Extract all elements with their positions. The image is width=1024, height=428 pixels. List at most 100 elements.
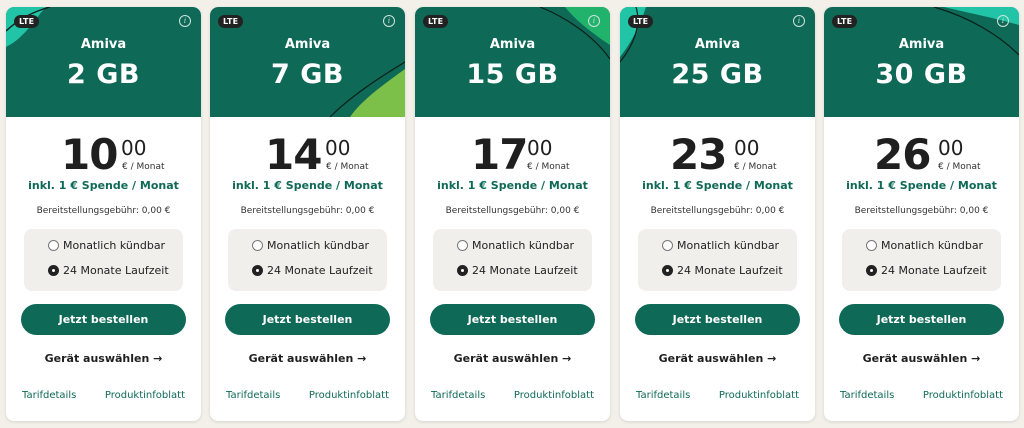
option-monthly[interactable]: Monatlich kündbar [457,239,574,252]
option-label: 24 Monate Laufzeit [472,264,578,277]
tariff-details-link[interactable]: Tarifdetails [22,390,76,401]
donation-note: inkl. 1 € Spende / Monat [28,179,179,192]
price-cents: 00 [938,136,964,160]
tariff-details-link[interactable]: Tarifdetails [840,390,894,401]
contract-options: Monatlich kündbar 24 Monate Laufzeit [24,229,183,291]
option-24-months[interactable]: 24 Monate Laufzeit [252,264,373,277]
tariff-cards-row: LTE i Amiva 2 GB 10 00 € / Monat inkl. 1… [0,0,1024,428]
order-button[interactable]: Jetzt bestellen [839,304,1004,335]
setup-fee: Bereitstellungsgebühr: 0,00 € [445,206,580,216]
price-unit: € / Monat [122,162,165,172]
option-label: Monatlich kündbar [677,239,780,252]
radio-checked-icon[interactable] [866,265,877,276]
lte-badge: LTE [832,15,858,28]
product-info-link[interactable]: Produktinfoblatt [514,390,594,401]
setup-fee: Bereitstellungsgebühr: 0,00 € [854,206,989,216]
radio-checked-icon[interactable] [252,265,263,276]
donation-note: inkl. 1 € Spende / Monat [232,179,383,192]
option-monthly[interactable]: Monatlich kündbar [662,239,779,252]
select-device-link[interactable]: Gerät auswählen → [620,352,815,365]
radio-unchecked-icon[interactable] [662,240,673,251]
price-unit: € / Monat [326,162,369,172]
product-info-link[interactable]: Produktinfoblatt [719,390,799,401]
radio-checked-icon[interactable] [48,265,59,276]
option-monthly[interactable]: Monatlich kündbar [866,239,983,252]
product-info-link[interactable]: Produktinfoblatt [923,390,1003,401]
contract-options: Monatlich kündbar 24 Monate Laufzeit [433,229,592,291]
tariff-details-link[interactable]: Tarifdetails [431,390,485,401]
info-icon[interactable]: i [793,15,805,27]
brand-name: Amiva [694,37,741,52]
price-unit: € / Monat [527,162,570,172]
lte-badge: LTE [218,15,244,28]
order-button[interactable]: Jetzt bestellen [635,304,800,335]
select-device-link[interactable]: Gerät auswählen → [415,352,610,365]
radio-unchecked-icon[interactable] [252,240,263,251]
option-label: Monatlich kündbar [881,239,984,252]
donation-note: inkl. 1 € Spende / Monat [642,179,793,192]
option-label: 24 Monate Laufzeit [267,264,373,277]
card-footer-links: Tarifdetails Produktinfoblatt [415,390,610,402]
contract-options: Monatlich kündbar 24 Monate Laufzeit [842,229,1001,291]
card-footer-links: Tarifdetails Produktinfoblatt [6,390,201,402]
price-block: 26 00 € / Monat [824,131,1019,179]
option-label: Monatlich kündbar [63,239,166,252]
brand-name: Amiva [80,37,127,52]
option-label: 24 Monate Laufzeit [63,264,169,277]
option-monthly[interactable]: Monatlich kündbar [48,239,165,252]
radio-unchecked-icon[interactable] [457,240,468,251]
option-monthly[interactable]: Monatlich kündbar [252,239,369,252]
brand-name: Amiva [489,37,536,52]
select-device-link[interactable]: Gerät auswählen → [210,352,405,365]
info-icon[interactable]: i [588,15,600,27]
option-label: 24 Monate Laufzeit [677,264,783,277]
option-24-months[interactable]: 24 Monate Laufzeit [662,264,783,277]
card-footer-links: Tarifdetails Produktinfoblatt [210,390,405,402]
select-device-link[interactable]: Gerät auswählen → [824,352,1019,365]
card-header: LTE i Amiva 30 GB [824,7,1019,117]
lte-badge: LTE [423,15,449,28]
price-block: 23 00 € / Monat [620,131,815,179]
option-24-months[interactable]: 24 Monate Laufzeit [457,264,578,277]
tariff-details-link[interactable]: Tarifdetails [636,390,690,401]
info-icon[interactable]: i [997,15,1009,27]
radio-checked-icon[interactable] [662,265,673,276]
option-24-months[interactable]: 24 Monate Laufzeit [866,264,987,277]
info-icon[interactable]: i [383,15,395,27]
price-block: 10 00 € / Monat [6,131,201,179]
price-cents: 00 [121,136,147,160]
price-cents: 00 [527,136,553,160]
order-button[interactable]: Jetzt bestellen [430,304,595,335]
brand-name: Amiva [284,37,331,52]
order-button[interactable]: Jetzt bestellen [225,304,390,335]
contract-options: Monatlich kündbar 24 Monate Laufzeit [228,229,387,291]
data-volume: 30 GB [875,59,968,90]
price-main: 23 [670,130,727,179]
product-info-link[interactable]: Produktinfoblatt [105,390,185,401]
info-icon[interactable]: i [179,15,191,27]
data-volume: 15 GB [466,59,559,90]
select-device-link[interactable]: Gerät auswählen → [6,352,201,365]
tariff-card-25gb: LTE i Amiva 25 GB 23 00 € / Monat inkl. … [620,7,815,421]
price-block: 17 00 € / Monat [415,131,610,179]
setup-fee: Bereitstellungsgebühr: 0,00 € [240,206,375,216]
tariff-card-7gb: LTE i Amiva 7 GB 14 00 € / Monat inkl. 1… [210,7,405,421]
price-main: 10 [61,130,118,179]
card-header: LTE i Amiva 15 GB [415,7,610,117]
price-main: 14 [265,130,322,179]
product-info-link[interactable]: Produktinfoblatt [309,390,389,401]
radio-checked-icon[interactable] [457,265,468,276]
option-24-months[interactable]: 24 Monate Laufzeit [48,264,169,277]
price-block: 14 00 € / Monat [210,131,405,179]
radio-unchecked-icon[interactable] [866,240,877,251]
tariff-details-link[interactable]: Tarifdetails [226,390,280,401]
card-header: LTE i Amiva 2 GB [6,7,201,117]
card-header: LTE i Amiva 7 GB [210,7,405,117]
lte-badge: LTE [14,15,40,28]
card-footer-links: Tarifdetails Produktinfoblatt [824,390,1019,402]
price-unit: € / Monat [734,162,777,172]
radio-unchecked-icon[interactable] [48,240,59,251]
order-button[interactable]: Jetzt bestellen [21,304,186,335]
tariff-card-30gb: LTE i Amiva 30 GB 26 00 € / Monat inkl. … [824,7,1019,421]
data-volume: 25 GB [671,59,764,90]
